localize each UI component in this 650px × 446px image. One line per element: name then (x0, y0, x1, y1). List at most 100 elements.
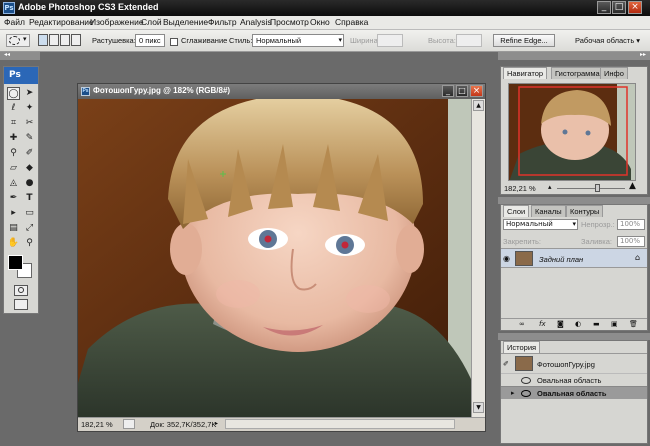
layer-name: Задний план (539, 255, 584, 264)
zoom-slider[interactable] (557, 188, 625, 189)
doc-minimize-button[interactable]: _ (442, 85, 454, 97)
zoom-tool-icon[interactable]: ⚲ (23, 237, 36, 250)
history-dock-strip (498, 333, 650, 340)
paint-bucket-icon[interactable]: ◆ (23, 162, 36, 175)
new-selection-icon[interactable] (38, 34, 48, 46)
zoom-slider-thumb[interactable] (595, 184, 600, 192)
menu-layer[interactable]: Слой (141, 17, 162, 27)
ellipse-marquee-tool-icon[interactable]: ◯ (7, 87, 20, 100)
maximize-button[interactable]: □ (612, 1, 626, 14)
menu-window[interactable]: Окно (310, 17, 330, 27)
ps-logo: Ps (9, 70, 21, 80)
pen-tool-icon[interactable]: ✒ (7, 192, 20, 205)
blend-mode-value: Нормальный (506, 220, 553, 228)
navigator-preview[interactable] (508, 83, 636, 181)
quick-mask-icon[interactable] (14, 285, 28, 296)
new-group-icon[interactable]: ▬ (593, 320, 600, 328)
intersect-selection-icon[interactable] (71, 34, 81, 46)
layer-mask-icon[interactable]: ◙ (557, 320, 564, 328)
history-item-active[interactable]: ▸ Овальная область (501, 386, 647, 399)
menu-file[interactable]: Файл (4, 17, 25, 27)
doc-close-button[interactable]: × (470, 85, 483, 97)
tool-preset-picker[interactable]: ▾ (6, 34, 30, 47)
foreground-color-swatch[interactable] (8, 255, 23, 270)
refine-edge-button[interactable]: Refine Edge... (493, 34, 555, 47)
delete-layer-icon[interactable]: 🗑 (629, 320, 638, 328)
menu-bar: Файл Редактирование Изображение Слой Выд… (0, 16, 650, 30)
brush-tool-icon[interactable]: ✎ (23, 132, 36, 145)
layer-row[interactable]: ◉ Задний план ⌂ (501, 248, 647, 268)
collapse-icon[interactable]: ◂◂ (4, 51, 10, 58)
eraser-tool-icon[interactable]: ▱ (7, 162, 20, 175)
history-brush-source-icon[interactable]: ✐ (503, 360, 509, 368)
subtract-selection-icon[interactable] (60, 34, 70, 46)
status-menu-icon[interactable]: ▸ (215, 420, 218, 427)
adjustment-layer-icon[interactable]: ◐ (575, 320, 581, 328)
document-vertical-scrollbar[interactable]: ▲ ▼ (471, 99, 485, 417)
photoshop-app-icon: Ps (3, 2, 15, 14)
add-selection-icon[interactable] (49, 34, 59, 46)
magic-wand-icon[interactable]: ✦ (23, 102, 36, 115)
shape-tool-icon[interactable]: ▭ (23, 207, 36, 220)
menu-analysis[interactable]: Analysis (240, 17, 272, 27)
fill-input[interactable]: 100% (617, 236, 645, 247)
document-zoom[interactable]: 182,21 % (81, 420, 113, 429)
doc-maximize-button[interactable]: □ (456, 85, 468, 97)
height-input[interactable] (456, 34, 482, 47)
history-brush-icon[interactable]: ✐ (23, 147, 36, 160)
status-icon[interactable] (123, 419, 135, 429)
menu-view[interactable]: Просмотр (270, 17, 309, 27)
blend-mode-select[interactable]: Нормальный ▾ (503, 219, 578, 230)
navigator-zoom[interactable]: 182,21 % (504, 184, 544, 193)
feather-input[interactable]: 0 пикс (135, 34, 165, 47)
workspace-button[interactable]: Рабочая область ▾ (575, 36, 640, 45)
hand-tool-icon[interactable]: ✋ (7, 237, 20, 250)
menu-select[interactable]: Выделение (163, 17, 208, 27)
image-canvas[interactable] (78, 99, 471, 417)
new-layer-icon[interactable]: ▣ (611, 320, 618, 328)
lasso-tool-icon[interactable]: ℓ (7, 102, 20, 115)
path-selection-icon[interactable]: ▸ (7, 207, 20, 220)
tab-navigator[interactable]: Навигатор (503, 67, 548, 79)
document-horizontal-scrollbar[interactable] (225, 419, 455, 429)
crop-tool-icon[interactable]: ⌗ (7, 117, 20, 130)
antialias-checkbox[interactable] (170, 38, 178, 46)
minimize-button[interactable]: _ (597, 1, 611, 14)
tab-layers[interactable]: Слои (503, 205, 530, 217)
zoom-in-icon[interactable]: ▲ (629, 181, 636, 191)
scroll-up-icon[interactable]: ▲ (473, 100, 484, 111)
lock-icon: ⌂ (635, 253, 641, 262)
blur-tool-icon[interactable]: ◬ (7, 177, 20, 190)
style-select[interactable]: Нормальный ▾ (252, 34, 344, 47)
tab-paths[interactable]: Контуры (566, 205, 604, 217)
slice-tool-icon[interactable]: ✂ (23, 117, 36, 130)
tab-channels[interactable]: Каналы (531, 205, 566, 217)
scroll-down-icon[interactable]: ▼ (473, 402, 484, 413)
clone-stamp-icon[interactable]: ⚲ (7, 147, 20, 160)
menu-edit[interactable]: Редактирование (29, 17, 94, 27)
screen-mode-icon[interactable] (14, 299, 28, 310)
layer-style-icon[interactable]: fx (539, 320, 546, 328)
expand-icon[interactable]: ▸▸ (640, 51, 646, 58)
move-tool-icon[interactable]: ➤ (23, 87, 36, 100)
notes-tool-icon[interactable]: ▤ (7, 222, 20, 235)
history-snapshot-row[interactable]: ✐ ФотошопГуру.jpg (501, 353, 647, 373)
tab-info[interactable]: Инфо (600, 67, 628, 79)
opacity-input[interactable]: 100% (617, 219, 645, 230)
eyedropper-icon[interactable]: ⤢ (23, 222, 36, 235)
menu-filter[interactable]: Фильтр (208, 17, 237, 27)
selection-mode-buttons (38, 34, 82, 47)
healing-brush-icon[interactable]: ✚ (7, 132, 20, 145)
tab-histogram[interactable]: Гистограмма (551, 67, 604, 79)
menu-image[interactable]: Изображение (90, 17, 144, 27)
width-input[interactable] (377, 34, 403, 47)
type-tool-icon[interactable]: T (23, 192, 36, 205)
zoom-out-icon[interactable]: ▴ (548, 183, 552, 191)
tab-history[interactable]: История (503, 341, 541, 353)
dodge-tool-icon[interactable]: ● (23, 177, 36, 190)
menu-help[interactable]: Справка (335, 17, 368, 27)
close-button[interactable]: × (628, 1, 642, 14)
eye-icon[interactable]: ◉ (503, 254, 510, 263)
history-item[interactable]: Овальная область (501, 373, 647, 386)
link-layers-icon[interactable]: ∞ (519, 320, 525, 328)
